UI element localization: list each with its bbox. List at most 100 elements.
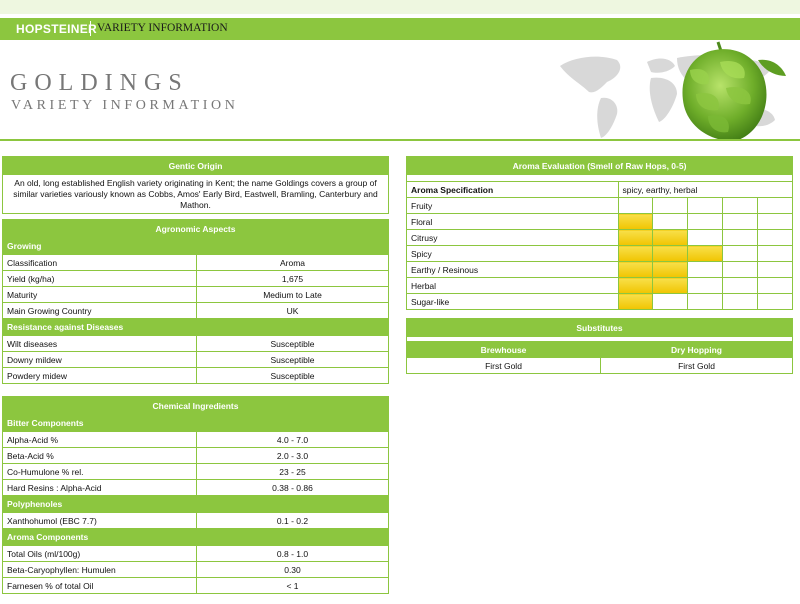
aroma-spec-label: Aroma Specification	[406, 181, 619, 198]
row-value: Susceptible	[196, 367, 389, 384]
row-value: 2.0 - 3.0	[196, 447, 389, 464]
aroma-score-cell	[652, 293, 689, 310]
resistance-section: Resistance against Diseases	[2, 318, 389, 336]
row-label: Xanthohumol (EBC 7.7)	[2, 512, 197, 529]
aroma-attribute-label: Floral	[406, 213, 619, 230]
aroma-evaluation-heading: Aroma Evaluation (Smell of Raw Hops, 0-5…	[406, 156, 793, 175]
table-row: First Gold First Gold	[406, 357, 793, 374]
row-label: Co-Humulone % rel.	[2, 463, 197, 480]
row-value: Aroma	[196, 254, 389, 271]
aroma-attribute-row: Earthy / Resinous	[406, 261, 793, 278]
row-value: 23 - 25	[196, 463, 389, 480]
table-row: Classification Aroma	[2, 254, 389, 271]
row-value: UK	[196, 302, 389, 319]
aroma-spec-row: Aroma Specification spicy, earthy, herba…	[406, 181, 794, 198]
table-row: Downy mildew Susceptible	[2, 351, 389, 368]
table-row: Wilt diseases Susceptible	[2, 335, 389, 352]
row-value: Susceptible	[196, 335, 389, 352]
aroma-score-bar	[687, 245, 724, 262]
spacer	[406, 174, 793, 182]
row-label: Hard Resins : Alpha-Acid	[2, 479, 197, 496]
row-value: Susceptible	[196, 351, 389, 368]
aroma-score-cell	[687, 213, 724, 230]
aroma-score-cell	[757, 213, 793, 230]
variety-subtitle: VARIETY INFORMATION	[11, 98, 239, 113]
aroma-attribute-row: Floral	[406, 213, 793, 230]
aroma-score-cell	[722, 229, 759, 246]
aroma-score-bar	[617, 229, 654, 246]
agronomic-heading: Agronomic Aspects	[2, 219, 389, 238]
aroma-attribute-label: Sugar-like	[406, 293, 619, 310]
aroma-components-section: Aroma Components	[2, 528, 389, 546]
agronomic-table: Agronomic Aspects Growing Classification…	[2, 219, 389, 384]
aroma-score-bar	[617, 213, 654, 230]
row-label: Wilt diseases	[2, 335, 197, 352]
polyphenoles-section: Polyphenoles	[2, 495, 389, 513]
dry-hopping-value: First Gold	[600, 357, 793, 374]
aroma-score-cell	[757, 277, 793, 294]
row-label: Powdery midew	[2, 367, 197, 384]
row-label: Yield (kg/ha)	[2, 270, 197, 287]
top-stripe	[0, 0, 800, 14]
genetic-origin-table: Gentic Origin An old, long established E…	[2, 156, 389, 214]
variety-title: GOLDINGS	[10, 70, 189, 96]
aroma-score-cell	[687, 229, 724, 246]
row-label: Downy mildew	[2, 351, 197, 368]
table-row: Xanthohumol (EBC 7.7) 0.1 - 0.2	[2, 512, 389, 529]
aroma-score-cell	[757, 293, 793, 310]
row-value: 0.8 - 1.0	[196, 545, 389, 562]
table-row: Yield (kg/ha) 1,675	[2, 270, 389, 287]
aroma-evaluation-table: Aroma Evaluation (Smell of Raw Hops, 0-5…	[406, 156, 794, 310]
brand-name: HOPSTEINER	[16, 22, 98, 36]
brewhouse-value: First Gold	[406, 357, 601, 374]
row-label: Beta-Caryophyllen: Humulen	[2, 561, 197, 578]
aroma-attribute-row: Fruity	[406, 197, 793, 214]
header-section: VARIETY INFORMATION	[97, 22, 228, 34]
aroma-score-cell	[722, 245, 759, 262]
row-value: 0.38 - 0.86	[196, 479, 389, 496]
aroma-score-bar	[617, 245, 654, 262]
row-value: 1,675	[196, 270, 389, 287]
header-divider	[0, 139, 800, 141]
aroma-score-cell	[722, 213, 759, 230]
growing-section: Growing	[2, 237, 389, 255]
header-separator	[90, 21, 91, 36]
aroma-score-cell	[687, 277, 724, 294]
row-value: < 1	[196, 577, 389, 594]
aroma-attribute-label: Fruity	[406, 197, 619, 214]
aroma-attribute-label: Earthy / Resinous	[406, 261, 619, 278]
aroma-attribute-label: Citrusy	[406, 229, 619, 246]
aroma-attribute-row: Citrusy	[406, 229, 793, 246]
row-label: Alpha-Acid %	[2, 431, 197, 448]
genetic-origin-heading: Gentic Origin	[2, 156, 389, 175]
aroma-attribute-row: Spicy	[406, 245, 793, 262]
aroma-score-cell	[757, 229, 793, 246]
aroma-score-cell	[722, 261, 759, 278]
table-row: Hard Resins : Alpha-Acid 0.38 - 0.86	[2, 479, 389, 496]
genetic-origin-text: An old, long established English variety…	[2, 174, 389, 214]
chemical-table: Chemical Ingredients Bitter Components A…	[2, 396, 389, 594]
bitter-section: Bitter Components	[2, 414, 389, 432]
aroma-score-bar	[652, 261, 689, 278]
row-label: Beta-Acid %	[2, 447, 197, 464]
aroma-score-cell	[687, 293, 724, 310]
aroma-spec-value: spicy, earthy, herbal	[617, 181, 794, 198]
table-row: Beta-Acid % 2.0 - 3.0	[2, 447, 389, 464]
aroma-score-bar	[617, 261, 654, 278]
chemical-heading: Chemical Ingredients	[2, 396, 389, 415]
aroma-score-cell	[757, 261, 793, 278]
row-label: Total Oils (ml/100g)	[2, 545, 197, 562]
dry-hopping-header: Dry Hopping	[600, 341, 793, 358]
row-label: Maturity	[2, 286, 197, 303]
aroma-score-cell	[652, 213, 689, 230]
aroma-score-bar	[617, 293, 654, 310]
aroma-score-cell	[617, 197, 654, 214]
brewhouse-header: Brewhouse	[406, 341, 601, 358]
table-row: Maturity Medium to Late	[2, 286, 389, 303]
table-row: Total Oils (ml/100g) 0.8 - 1.0	[2, 545, 389, 562]
row-label: Classification	[2, 254, 197, 271]
row-label: Farnesen % of total Oil	[2, 577, 197, 594]
aroma-score-cell	[687, 261, 724, 278]
aroma-score-bar	[617, 277, 654, 294]
row-value: Medium to Late	[196, 286, 389, 303]
